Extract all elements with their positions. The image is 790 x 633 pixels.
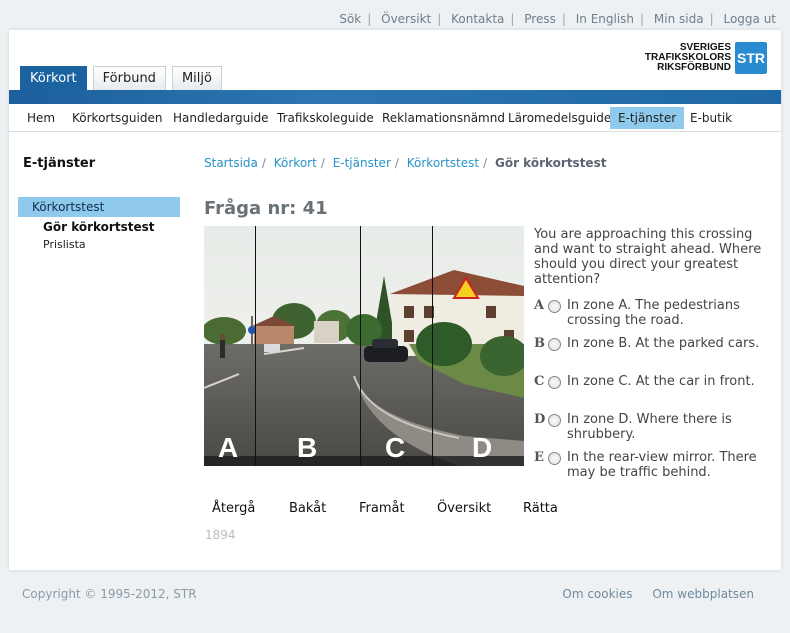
section-tabs: Körkort Förbund Miljö [20,66,228,91]
nav-e-tjanster[interactable]: E-tjänster [610,107,685,129]
footer-link-about-site[interactable]: Om webbplatsen [652,587,754,601]
answer-e[interactable]: E In the rear-view mirror. There may be … [534,450,774,480]
previous-button[interactable]: Bakåt [289,501,326,516]
copyright: Copyright © 1995-2012, STR [22,587,197,601]
footer-links: Om cookies Om webbplatsen [546,587,754,601]
logo-badge: STR [735,42,767,74]
breadcrumb: Startsida / Körkort / E-tjänster / Körkorts… [204,156,607,170]
sidebar-item-korkortstest[interactable]: Körkortstest [18,197,180,217]
answer-text: In zone D. Where there is shrubbery. [567,412,732,442]
grade-button[interactable]: Rätta [523,501,558,516]
header-bar [9,90,781,104]
zone-label-a: A [218,432,239,463]
answer-letter: B [534,336,545,351]
sidebar-title: E-tjänster [23,156,96,171]
answer-radio-a[interactable] [548,300,561,313]
sidebar-item-prislista[interactable]: Prislista [43,238,86,251]
answer-letter: D [534,412,546,427]
main-nav: Hem Körkortsguiden Handledarguide Trafik… [9,105,781,132]
answer-letter: E [534,450,544,465]
top-link-search[interactable]: Sök [339,12,361,26]
answer-radio-d[interactable] [548,414,561,427]
question-title: Fråga nr: 41 [204,198,328,219]
nav-laromedelsguide[interactable]: Läromedelsguide [508,107,611,129]
answer-text: In zone C. At the car in front. [567,374,755,389]
top-link-my-page[interactable]: Min sida [654,12,704,26]
top-link-contact[interactable]: Kontakta [451,12,504,26]
crossing-illustration [204,226,524,466]
answer-letter: A [534,298,545,313]
answer-text: In the rear-view mirror. There may be tr… [567,450,757,480]
back-to-start-button[interactable]: Återgå [212,501,255,516]
question-text: You are approaching this crossing and wa… [534,227,762,287]
zone-divider-ab [255,226,256,466]
top-links: Sök | Översikt | Kontakta | Press | In Engli… [339,12,776,26]
overview-button[interactable]: Översikt [437,501,491,516]
next-button[interactable]: Framåt [359,501,405,516]
nav-korkortsguiden[interactable]: Körkortsguiden [72,107,162,129]
zone-label-d: D [472,432,493,463]
breadcrumb-e-tjanster[interactable]: E-tjänster [333,156,391,170]
nav-trafikskoleguide[interactable]: Trafikskoleguide [277,107,374,129]
zone-label-c: C [385,432,406,463]
breadcrumb-startsida[interactable]: Startsida [204,156,258,170]
breadcrumb-korkortstest[interactable]: Körkortstest [407,156,479,170]
zone-label-b: B [297,432,318,463]
answer-radio-b[interactable] [548,338,561,351]
answer-c[interactable]: C In zone C. At the car in front. [534,374,774,389]
answer-radio-c[interactable] [548,376,561,389]
zone-divider-cd [432,226,433,466]
str-logo[interactable]: SVERIGES TRAFIKSKOLORS RIKSFÖRBUND STR [645,42,767,74]
breadcrumb-current: Gör körkortstest [494,156,607,170]
tab-forbund[interactable]: Förbund [92,66,166,91]
breadcrumb-korkort[interactable]: Körkort [274,156,317,170]
nav-reklamationsnamnd[interactable]: Reklamationsnämnd [382,107,505,129]
answer-b[interactable]: B In zone B. At the parked cars. [534,336,774,351]
tab-miljo[interactable]: Miljö [171,66,222,91]
nav-e-butik[interactable]: E-butik [690,107,732,129]
sidebar-item-gor-korkortstest[interactable]: Gör körkortstest [43,220,154,234]
top-link-press[interactable]: Press [524,12,556,26]
top-link-english[interactable]: In English [576,12,634,26]
top-link-overview[interactable]: Översikt [381,12,431,26]
top-link-logout[interactable]: Logga ut [723,12,776,26]
zone-divider-bc [360,226,361,466]
nav-hem[interactable]: Hem [27,107,55,129]
nav-handledarguide[interactable]: Handledarguide [173,107,269,129]
answer-text: In zone B. At the parked cars. [567,336,760,351]
answer-letter: C [534,374,545,389]
logo-text: SVERIGES TRAFIKSKOLORS RIKSFÖRBUND [644,42,731,73]
tab-korkort[interactable]: Körkort [20,66,87,91]
answer-a[interactable]: A In zone A. The pedestrians crossing th… [534,298,774,328]
answer-text: In zone A. The pedestrians crossing the … [567,298,740,328]
footer-link-cookies[interactable]: Om cookies [562,587,632,601]
question-id: 1894 [205,528,236,542]
answer-d[interactable]: D In zone D. Where there is shrubbery. [534,412,774,442]
crossing-photo: A B C D [204,226,524,466]
answer-radio-e[interactable] [548,452,561,465]
